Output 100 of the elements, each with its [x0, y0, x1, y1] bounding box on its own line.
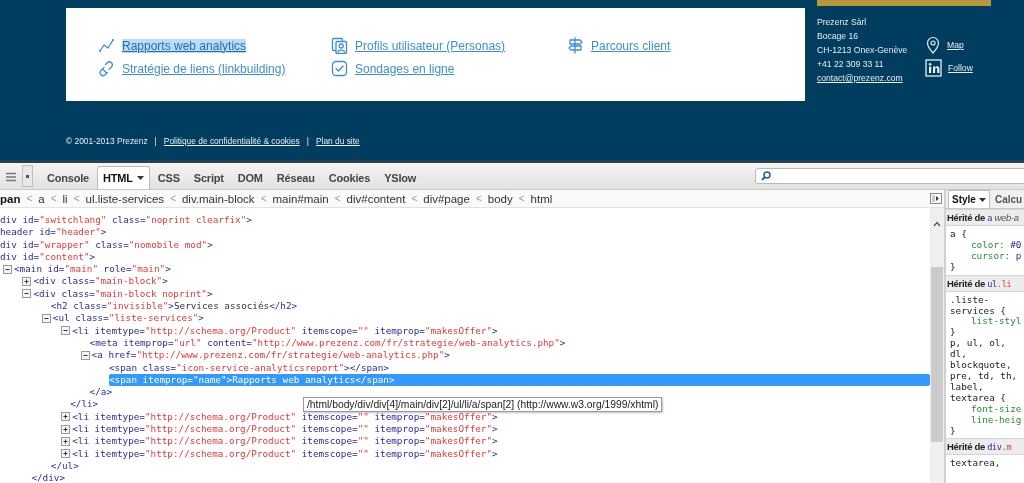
expand-toggle[interactable]	[22, 289, 32, 299]
linkedin-icon	[925, 59, 942, 77]
contact-link[interactable]: Follow	[948, 63, 973, 73]
breadcrumb-item[interactable]: main#main	[272, 192, 329, 205]
chain-link-icon	[98, 60, 115, 77]
code-line[interactable]: <div class="main-block">	[33, 275, 172, 288]
css-selector: services {	[950, 305, 1007, 317]
checkbox-icon	[331, 60, 348, 77]
email-link[interactable]: contact@prezenz.com	[817, 71, 925, 85]
breadcrumb-separator: <	[334, 193, 341, 204]
code-line[interactable]: <li itemtype="http://schema.org/Product" itemscope="" itemprop="makesOffer">	[72, 324, 502, 337]
code-line[interactable]: header id="header">	[0, 226, 111, 239]
search-field[interactable]	[755, 168, 1024, 184]
code-line[interactable]: <span class="icon-service-analyticsreport"></span>	[109, 361, 393, 374]
expand-toggle[interactable]	[61, 424, 71, 434]
code-line[interactable]: <meta itemprop="url" content="http://www.prezenz.com/fr/strategie/web-analytics.php">	[89, 336, 570, 350]
code-line[interactable]: </ul>	[50, 459, 83, 473]
css-declaration: cursor: p	[970, 250, 1023, 262]
section-heading: Hérité de a web-a	[946, 209, 1024, 226]
code-line[interactable]: </li>	[70, 398, 103, 411]
breadcrumb-item[interactable]: a	[38, 192, 45, 205]
scrollbar[interactable]	[930, 208, 944, 483]
panel-tab[interactable]: Console	[41, 166, 95, 189]
css-selector: dl,	[950, 349, 968, 361]
service-link[interactable]: Sondages en ligne	[355, 61, 455, 76]
panel-tab[interactable]: Script	[187, 166, 230, 189]
code-line[interactable]: </a>	[89, 386, 116, 399]
code-line[interactable]: div id="wrapper" class="nomobile mod">	[0, 238, 217, 251]
css-selector: p, ul, ol,	[950, 338, 1007, 350]
service-link[interactable]: Stratégie de liens (linkbuilding)	[122, 61, 286, 76]
plus-icon	[62, 425, 70, 433]
code-line[interactable]: <li itemtype="http://schema.org/Product" itemscope="" itemprop="makesOffer">	[72, 435, 502, 448]
code-line[interactable]: <a href="http://www.prezenz.com/fr/strategie/web-analytics.php">	[91, 349, 454, 362]
expand-toggle[interactable]	[22, 277, 32, 287]
menu-icon[interactable]	[4, 172, 17, 182]
dropdown-button[interactable]	[22, 165, 33, 187]
code-line[interactable]: div id="content">	[0, 250, 100, 264]
contact-link[interactable]: Map	[947, 40, 964, 50]
breadcrumb-item[interactable]: pan	[0, 192, 21, 205]
service-link[interactable]: Parcours client	[591, 38, 671, 53]
breadcrumb-item[interactable]: body	[487, 192, 513, 205]
breadcrumb-item[interactable]: div#content	[346, 192, 406, 205]
plus-icon	[62, 413, 70, 421]
code-line[interactable]: <li itemtype="http://schema.org/Product" itemscope="" itemprop="makesOffer">	[72, 410, 502, 424]
breadcrumb-separator: <	[73, 193, 80, 204]
footer-link[interactable]: Politique de confidentialité & cookies	[163, 136, 300, 146]
expand-toggle[interactable]	[80, 350, 90, 360]
code-line[interactable]: <li itemtype="http://schema.org/Product" itemscope="" itemprop="makesOffer">	[72, 423, 502, 436]
separator-text: |	[154, 136, 157, 146]
breadcrumb-separator: <	[475, 193, 482, 204]
breadcrumb-item[interactable]: li	[62, 192, 68, 205]
css-selector: textarea {	[950, 392, 1007, 404]
code-line[interactable]: </div>	[31, 472, 69, 483]
code-line[interactable]: <ul class="liste-services">	[52, 312, 208, 325]
breadcrumb-separator: <	[26, 193, 33, 204]
side-panel-icon[interactable]	[930, 193, 942, 204]
service-link[interactable]: Profils utilisateur (Personas)	[355, 38, 506, 53]
expand-toggle[interactable]	[41, 314, 51, 323]
css-selector: a {	[950, 229, 968, 240]
section-heading: Hérité de ul.li	[946, 274, 1024, 292]
footer-link[interactable]: Plan du site	[315, 136, 360, 146]
panel-tab[interactable]: Style	[948, 190, 990, 208]
minus-icon	[42, 315, 50, 322]
plus-icon	[62, 450, 70, 458]
expand-toggle[interactable]	[61, 326, 71, 336]
css-brace: }	[950, 425, 957, 437]
expand-toggle[interactable]	[61, 412, 71, 422]
panel-tab[interactable]: DOM	[231, 166, 269, 189]
caret-icon	[136, 176, 144, 180]
panel-tab[interactable]: HTML	[97, 166, 150, 189]
expand-toggle[interactable]	[3, 264, 12, 274]
panel-tab[interactable]: Cookies	[322, 166, 377, 189]
service-link[interactable]: Rapports web analytics	[122, 38, 247, 53]
section-heading: Hérité de div.m	[946, 438, 1024, 456]
chart-line-icon	[98, 37, 115, 54]
expand-toggle[interactable]	[61, 449, 71, 459]
caret-icon	[978, 197, 986, 202]
code-line[interactable]: <div class="main-block noprint">	[33, 287, 217, 301]
breadcrumb-separator: <	[411, 193, 418, 204]
expand-toggle[interactable]	[61, 437, 71, 446]
css-declaration: font-size	[970, 403, 1023, 415]
code-line[interactable]: <h2 class="invisible">Services associés</h2>	[50, 300, 302, 313]
css-brace: }	[950, 261, 957, 273]
breadcrumb-item[interactable]: div#page	[423, 192, 470, 205]
contact-text: CH-1213 Onex-Genève	[817, 44, 909, 57]
panel-tab[interactable]: YSlow	[378, 166, 423, 189]
css-declaration: color: #0	[970, 239, 1023, 251]
panel-tab[interactable]: CSS	[151, 166, 186, 189]
panel-tab[interactable]: Calcu	[990, 190, 1024, 208]
breadcrumb-item[interactable]: ul.liste-services	[85, 192, 165, 205]
panel-tab[interactable]: Réseau	[270, 166, 321, 189]
css-selector: blockquote,	[950, 360, 1013, 371]
css-declaration: list-styl	[970, 316, 1023, 328]
breadcrumb-item[interactable]: div.main-block	[181, 192, 255, 205]
code-line[interactable]: <li itemtype="http://schema.org/Product" itemscope="" itemprop="makesOffer">	[72, 447, 502, 460]
scrollbar-thumb[interactable]	[931, 267, 943, 442]
code-line[interactable]: <main id="main" role="main">	[14, 263, 175, 276]
code-line[interactable]: div id="switchlang" class="noprint clearfix">	[0, 214, 256, 227]
scroll-up-icon[interactable]	[933, 221, 941, 227]
breadcrumb-item[interactable]: html	[530, 192, 553, 205]
